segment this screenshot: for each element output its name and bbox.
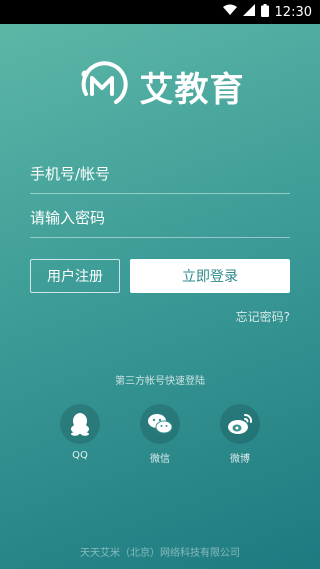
third-party-title: 第三方帐号快速登陆: [115, 376, 205, 387]
login-button[interactable]: 立即登录: [130, 259, 290, 293]
wechat-icon: [140, 404, 180, 444]
register-button[interactable]: 用户注册: [30, 259, 120, 293]
account-field: [30, 154, 290, 194]
weibo-icon: [220, 404, 260, 444]
brand-name: 艾教育: [139, 69, 245, 110]
status-bar: 12:30: [0, 0, 320, 24]
qq-login-button[interactable]: QQ: [58, 404, 102, 461]
signal-icon: [242, 4, 255, 20]
password-input[interactable]: [30, 208, 290, 227]
wechat-label: 微信: [150, 454, 170, 465]
wechat-login-button[interactable]: 微信: [138, 404, 182, 465]
account-input[interactable]: [30, 164, 290, 183]
forgot-password-link[interactable]: 忘记密码?: [236, 308, 290, 325]
qq-label: QQ: [72, 450, 88, 461]
company-footer: 天天艾米（北京）网络科技有限公司: [80, 548, 240, 559]
status-time: 12:30: [274, 4, 312, 20]
wifi-icon: [222, 4, 237, 20]
qq-icon: [60, 404, 100, 444]
weibo-label: 微博: [230, 454, 250, 465]
battery-icon: [260, 3, 269, 21]
brand-logo: 艾教育: [0, 60, 320, 112]
logo-mark-icon: [76, 60, 132, 112]
password-field: [30, 198, 290, 238]
weibo-login-button[interactable]: 微博: [218, 404, 262, 465]
